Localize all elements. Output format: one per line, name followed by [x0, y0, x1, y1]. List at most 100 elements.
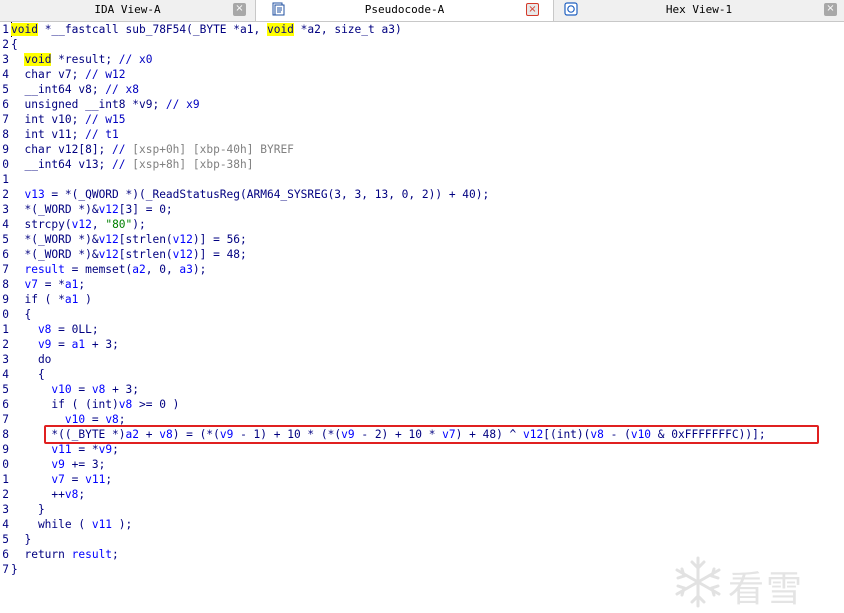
pseudocode-editor[interactable]: 看雪 1 void *__fastcall sub_78F54(_BYTE *a1…	[0, 22, 844, 613]
code-line[interactable]: 8 int v11; // t1	[0, 127, 844, 142]
line-text: v7 = *a1;	[11, 277, 85, 292]
code-token: a1	[64, 293, 79, 306]
line-number: 2	[2, 488, 9, 501]
code-line[interactable]: 0 __int64 v13; // [xsp+8h] [xbp-38h]	[0, 157, 844, 172]
code-line[interactable]: 7}	[0, 562, 844, 577]
code-line[interactable]: 2 v13 = *(_QWORD *)(_ReadStatusReg(ARM64…	[0, 187, 844, 202]
line-number: 2	[2, 38, 9, 51]
line-text: {	[11, 367, 45, 382]
code-token: *__fastcall sub_78F54(_BYTE *a1,	[37, 23, 267, 36]
code-line[interactable]: 4 {	[0, 367, 844, 382]
code-token: if ( (int)	[11, 398, 119, 411]
code-line[interactable]: 0 v9 += 3;	[0, 457, 844, 472]
code-token: strcpy(	[11, 218, 72, 231]
line-number: 3	[2, 203, 9, 216]
line-text: {	[11, 37, 18, 52]
close-tab-button[interactable]: ×	[526, 3, 539, 16]
code-line[interactable]: 2{	[0, 37, 844, 52]
code-line[interactable]: 3 *(_WORD *)&v12[3] = 0;	[0, 202, 844, 217]
line-number: 3	[2, 503, 9, 516]
code-line[interactable]: 9 char v12[8]; // [xsp+0h] [xbp-40h] BYR…	[0, 142, 844, 157]
line-number: 9	[2, 293, 9, 306]
tab-ida-view-a[interactable]: IDA View-A ×	[0, 0, 256, 21]
line-text: v10 = v8;	[11, 412, 126, 427]
line-number: 7	[2, 563, 9, 576]
code-token: )	[78, 293, 92, 306]
code-line[interactable]: 0 {	[0, 307, 844, 322]
line-text: strcpy(v12, "80");	[11, 217, 145, 232]
line-number: 2	[2, 188, 9, 201]
line-number: 1	[2, 323, 9, 336]
code-line[interactable]: 8 v7 = *a1;	[0, 277, 844, 292]
code-token: *(_WORD *)&	[11, 233, 99, 246]
code-token: )] = 48;	[192, 248, 247, 261]
line-text: char v7; // w12	[11, 67, 126, 82]
code-line[interactable]: 3 void *result; // x0	[0, 52, 844, 67]
code-line[interactable]: 9 if ( *a1 )	[0, 292, 844, 307]
code-line[interactable]: 6 unsigned __int8 *v9; // x9	[0, 97, 844, 112]
code-token: [xsp+8h] [xbp-38h]	[132, 158, 254, 171]
code-token: do	[11, 353, 52, 366]
code-token: v10	[630, 428, 652, 441]
code-token: v8	[590, 428, 604, 441]
code-line[interactable]: 3 do	[0, 352, 844, 367]
tab-pseudocode-a[interactable]: Pseudocode-A ×	[256, 0, 554, 21]
code-token: v7	[442, 428, 456, 441]
code-line[interactable]: 6 *(_WORD *)&v12[strlen(v12)] = 48;	[0, 247, 844, 262]
line-number: 6	[2, 248, 9, 261]
code-token: = memset(	[64, 263, 133, 276]
line-number: 8	[2, 128, 9, 141]
code-line[interactable]: 4 char v7; // w12	[0, 67, 844, 82]
code-line[interactable]: 1	[0, 172, 844, 187]
code-line[interactable]: 3 }	[0, 502, 844, 517]
code-line[interactable]: 5 *(_WORD *)&v12[strlen(v12)] = 56;	[0, 232, 844, 247]
code-line[interactable]: 8 *((_BYTE *)a2 + v8) = (*(v9 - 1) + 10 …	[0, 427, 844, 442]
line-text: }	[11, 532, 31, 547]
code-token: v9	[11, 338, 52, 351]
line-text: int v11; // t1	[11, 127, 118, 142]
code-line[interactable]: 1 void *__fastcall sub_78F54(_BYTE *a1, v…	[0, 22, 844, 37]
line-text: v9 += 3;	[11, 457, 105, 472]
line-number: 7	[2, 113, 9, 126]
line-number: 4	[2, 68, 9, 81]
line-text: if ( (int)v8 >= 0 )	[11, 397, 179, 412]
code-token: [strlen(	[118, 233, 173, 246]
code-line[interactable]: 1 v8 = 0LL;	[0, 322, 844, 337]
code-line[interactable]: 7 int v10; // w15	[0, 112, 844, 127]
code-token: *(_WORD *)&	[11, 248, 99, 261]
line-number: 1	[2, 473, 9, 486]
line-text: *(_WORD *)&v12[strlen(v12)] = 56;	[11, 232, 246, 247]
code-line[interactable]: 9 v11 = *v9;	[0, 442, 844, 457]
line-number: 9	[2, 443, 9, 456]
line-number: 0	[2, 308, 9, 321]
code-token: a3	[179, 263, 193, 276]
code-token: v11	[11, 443, 72, 456]
close-tab-button[interactable]: ×	[824, 3, 837, 16]
tab-hex-view-1[interactable]: Hex View-1 ×	[554, 0, 844, 21]
code-token: ) = (*(	[172, 428, 220, 441]
code-token: // w12	[85, 68, 126, 81]
code-line[interactable]: 6 return result;	[0, 547, 844, 562]
code-token: __int64 v8;	[11, 83, 106, 96]
code-token: >= 0 )	[132, 398, 180, 411]
code-token: ;	[78, 278, 86, 291]
code-line[interactable]: 7 result = memset(a2, 0, a3);	[0, 262, 844, 277]
code-line[interactable]: 4 while ( v11 );	[0, 517, 844, 532]
code-token: = 0LL;	[51, 323, 99, 336]
line-text: ++v8;	[11, 487, 85, 502]
line-number: 3	[2, 353, 9, 366]
close-tab-button[interactable]: ×	[233, 3, 246, 16]
code-token: =	[85, 413, 106, 426]
code-line[interactable]: 2 v9 = a1 + 3;	[0, 337, 844, 352]
code-token: v11	[85, 473, 106, 486]
code-token: v12	[98, 248, 119, 261]
code-line[interactable]: 1 v7 = v11;	[0, 472, 844, 487]
code-line[interactable]: 5 }	[0, 532, 844, 547]
code-line[interactable]: 5 __int64 v8; // x8	[0, 82, 844, 97]
code-token: +	[139, 428, 160, 441]
code-line[interactable]: 2 ++v8;	[0, 487, 844, 502]
code-line[interactable]: 5 v10 = v8 + 3;	[0, 382, 844, 397]
code-line[interactable]: 6 if ( (int)v8 >= 0 )	[0, 397, 844, 412]
code-line[interactable]: 7 v10 = v8;	[0, 412, 844, 427]
code-line[interactable]: 4 strcpy(v12, "80");	[0, 217, 844, 232]
